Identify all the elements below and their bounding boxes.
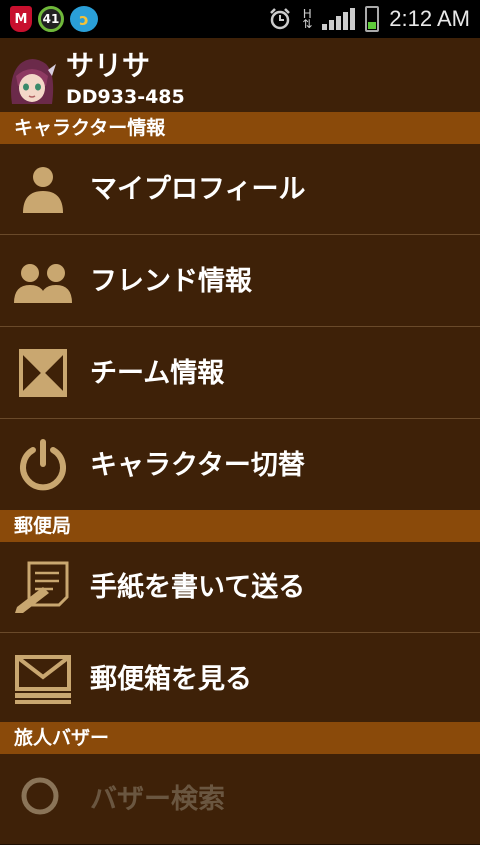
mcafee-icon: M — [10, 6, 32, 32]
battery-icon — [365, 6, 380, 32]
menu-item-label: 手紙を書いて送る — [90, 572, 306, 603]
menu-item-character-switch[interactable]: キャラクター切替 — [0, 420, 480, 511]
notification-badge-icon: 41 — [38, 6, 64, 32]
mailbox-icon — [12, 648, 74, 710]
search-icon — [12, 768, 74, 830]
section-header-post-office: 郵便局 — [0, 510, 480, 542]
menu-item-label: チーム情報 — [90, 358, 225, 389]
menu-item-label: キャラクター切替 — [90, 450, 305, 481]
menu-item-write-letter[interactable]: 手紙を書いて送る — [0, 542, 480, 633]
character-id: DD933-485 — [66, 86, 185, 108]
profile-header[interactable]: サリサ DD933-485 — [0, 38, 480, 112]
friends-icon — [12, 250, 74, 312]
clock: 2:12 AM — [389, 6, 470, 31]
app-swirl-icon: ↄ — [70, 6, 98, 32]
character-name: サリサ — [66, 49, 151, 82]
menu-item-view-mailbox[interactable]: 郵便箱を見る — [0, 634, 480, 725]
menu-item-label: フレンド情報 — [90, 266, 252, 297]
menu-item-team-info[interactable]: チーム情報 — [0, 328, 480, 419]
menu-item-friend-info[interactable]: フレンド情報 — [0, 236, 480, 327]
menu-item-label: 郵便箱を見る — [90, 664, 252, 695]
signal-icon — [322, 8, 356, 30]
network-type-label: H — [302, 7, 312, 21]
hourglass-icon — [12, 342, 74, 404]
power-icon — [12, 434, 74, 496]
section-header-character-info: キャラクター情報 — [0, 112, 480, 144]
write-letter-icon — [12, 556, 74, 618]
network-type-icon: H ⇅ — [302, 7, 313, 31]
person-icon — [12, 158, 74, 220]
section-header-traveler-bazaar: 旅人バザー — [0, 722, 480, 754]
notification-count: 41 — [42, 12, 60, 26]
status-bar: M 41 ↄ H ⇅ 2:12 AM — [0, 0, 480, 38]
avatar — [11, 59, 56, 104]
menu-item-label: マイプロフィール — [90, 174, 306, 205]
alarm-icon — [270, 8, 291, 30]
menu-item-my-profile[interactable]: マイプロフィール — [0, 144, 480, 235]
